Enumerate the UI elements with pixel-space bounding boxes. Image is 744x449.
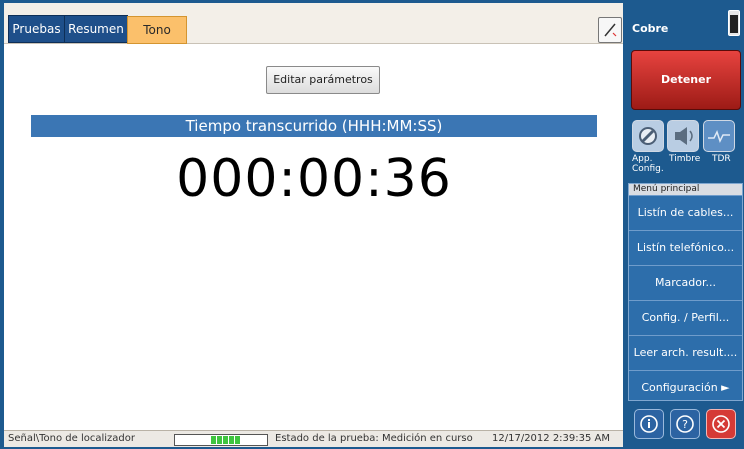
tab-bar: Pruebas Resumen Tono — [4, 3, 623, 44]
side-panel: Cobre Detener App. Config. Timbre TDR Me… — [624, 0, 744, 449]
svg-text:?: ? — [682, 418, 688, 431]
close-icon — [712, 415, 730, 433]
timbre-label: Timbre — [669, 154, 701, 164]
menu-item-read-results[interactable]: Leer arch. result.... — [629, 335, 742, 370]
stop-button[interactable]: Detener — [631, 50, 741, 110]
tdr-button[interactable] — [703, 120, 735, 152]
config-tool-icon — [639, 127, 657, 145]
battery-icon — [728, 10, 740, 36]
help-icon: ? — [676, 415, 694, 433]
status-path: Señal\Tono de localizador — [8, 433, 135, 444]
info-button[interactable] — [634, 409, 664, 439]
edit-parameters-button[interactable]: Editar parámetros — [266, 66, 380, 94]
elapsed-time-banner: Tiempo transcurrido (HHH:MM:SS) — [31, 115, 597, 137]
tab-pruebas[interactable]: Pruebas — [8, 15, 65, 43]
close-button[interactable] — [706, 409, 736, 439]
menu-item-phone-list[interactable]: Listín telefónico... — [629, 230, 742, 265]
menu-item-dialer[interactable]: Marcador... — [629, 265, 742, 300]
menu-item-cable-list[interactable]: Listín de cables... — [629, 195, 742, 230]
main-menu: Menú principal Listín de cables... Listí… — [628, 183, 743, 401]
pen-icon — [604, 23, 617, 37]
test-state: Estado de la prueba: Medición en curso — [275, 433, 473, 444]
tab-resumen[interactable]: Resumen — [64, 15, 128, 43]
elapsed-time-value: 000:00:36 — [176, 149, 452, 209]
tdr-waveform-icon — [708, 130, 730, 143]
module-title: Cobre — [632, 22, 669, 35]
progress-bar — [174, 434, 268, 446]
timbre-button[interactable] — [667, 120, 699, 152]
tdr-label: TDR — [712, 154, 731, 164]
app-config-button[interactable] — [632, 120, 664, 152]
status-bar: Señal\Tono de localizador Estado de la p… — [4, 430, 623, 447]
annotate-button[interactable] — [598, 17, 622, 43]
menu-item-configuration[interactable]: Configuración ► — [629, 370, 742, 405]
app-config-label: App. Config. — [632, 154, 664, 174]
main-menu-title: Menú principal — [629, 184, 742, 195]
tab-tono[interactable]: Tono — [127, 16, 187, 44]
main-panel: Pruebas Resumen Tono Editar parámetros T… — [4, 3, 623, 447]
menu-item-config-profile[interactable]: Config. / Perfil... — [629, 300, 742, 335]
status-datetime: 12/17/2012 2:39:35 AM — [492, 433, 611, 444]
speaker-icon — [675, 127, 693, 145]
help-button[interactable]: ? — [670, 409, 700, 439]
info-icon — [640, 415, 658, 433]
